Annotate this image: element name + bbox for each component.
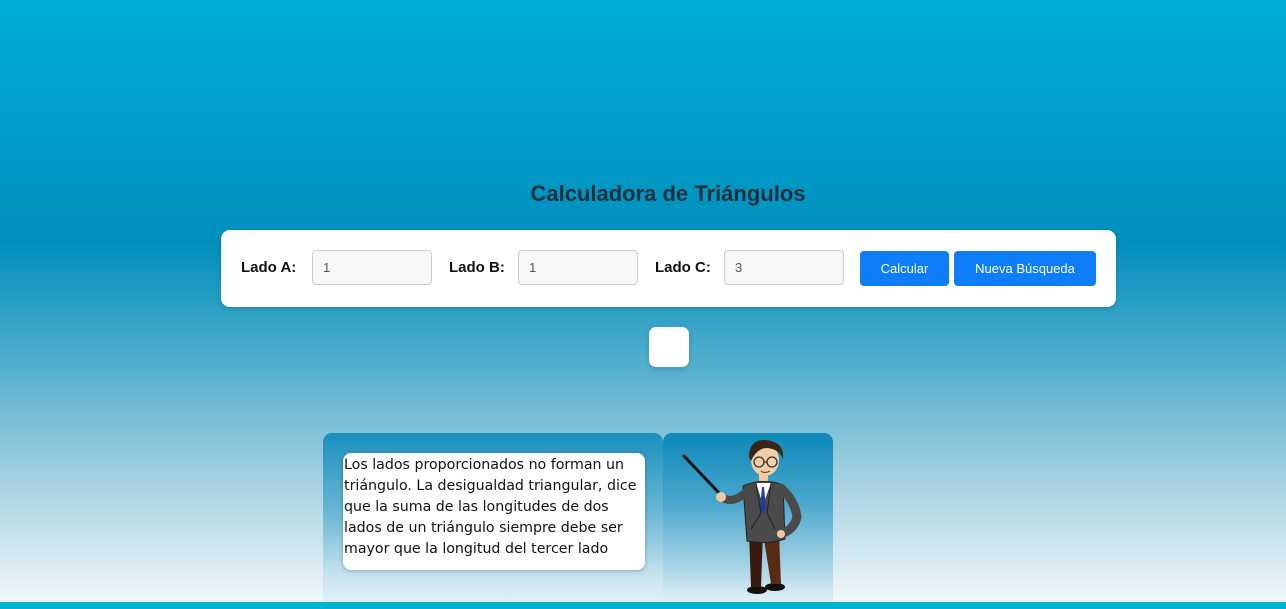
side-c-label: Lado C: [655,259,711,276]
side-b-label: Lado B: [449,259,505,276]
page-title: Calculadora de Triángulos [530,181,806,206]
teacher-panel [663,433,833,607]
new-search-button[interactable]: Nueva Búsqueda [954,251,1096,286]
calculate-button[interactable]: Calcular [860,251,949,286]
side-a-input[interactable] [312,250,432,285]
message-bubble: Los lados proporcionados no forman un tr… [343,453,645,570]
teacher-icon [682,439,802,594]
side-a-label: Lado A: [241,259,297,276]
side-b-input[interactable] [518,250,638,285]
result-box [649,327,689,367]
triangle-form: Lado A: Lado B: Lado C: Calcular Nueva B… [221,230,1116,307]
side-c-input[interactable] [724,250,844,285]
message-panel: Los lados proporcionados no forman un tr… [323,433,663,609]
bottom-bar [0,602,1286,609]
